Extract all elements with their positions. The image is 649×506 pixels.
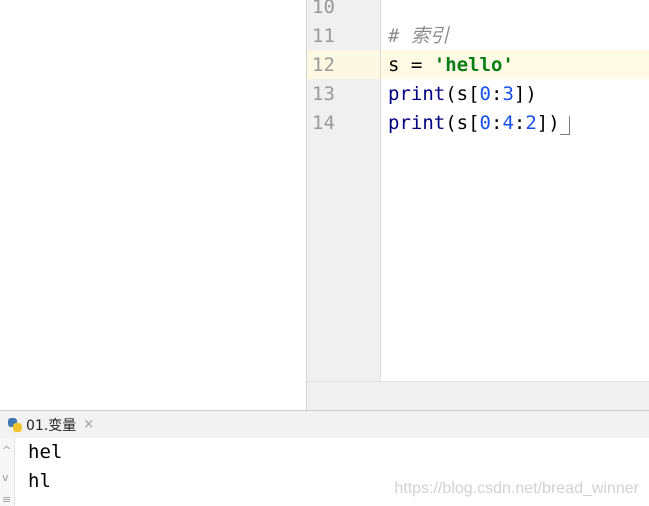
code-token: 2 [525,112,537,134]
line-number: 13 [312,83,335,105]
python-icon [8,417,22,432]
console-output-line: hl [28,470,51,492]
code-line-13[interactable]: print(s[0:3]) [388,80,537,109]
console-output-line: hel [28,441,63,463]
code-line-12[interactable]: s = 'hello' [388,51,514,80]
code-line-11[interactable]: # 索引 [388,22,449,51]
code-token: 4 [502,112,514,134]
code-token: 0 [479,112,491,134]
code-token: (s[ [445,112,480,134]
project-panel [0,0,307,410]
code-editor[interactable]: # 索引 s = 'hello' print(s[0:3]) print(s[0… [381,0,649,381]
line-number: 10 [312,0,335,18]
watermark: https://blog.csdn.net/bread_winner [394,480,639,497]
run-tab-label: 01.变量 [26,417,77,434]
code-token: 3 [502,83,514,105]
code-token: ]) [513,83,537,105]
scroll-up-icon[interactable]: ^ [2,444,11,457]
scroll-down-icon[interactable]: v [2,471,9,484]
code-token: 'hello' [433,54,514,76]
console-gutter: ^ v ≡ [0,438,15,506]
run-console[interactable]: ^ v ≡ hel hl https://blog.csdn.net/bread… [0,438,649,506]
run-tab[interactable]: 01.变量 × [0,411,100,438]
line-number-gutter: 10 11 12 13 14 [307,0,381,381]
code-token: # 索引 [388,25,449,47]
code-token: : [490,112,503,134]
close-icon[interactable]: × [83,417,94,432]
code-token: 0 [479,83,491,105]
code-token: print [388,112,446,134]
line-number: 11 [312,25,335,47]
line-number: 12 [312,54,335,76]
code-token: : [513,112,526,134]
code-token: s = [388,54,434,76]
code-token: ]) [536,112,560,134]
code-token: : [490,83,503,105]
line-number: 14 [312,112,335,134]
bracket-match-marker [560,116,570,135]
code-token: (s[ [445,83,480,105]
code-line-14[interactable]: print(s[0:4:2]) [388,109,560,138]
run-tool-window-header: 01.变量 × [0,410,649,439]
editor-horizontal-scrollbar-area[interactable] [307,381,649,411]
code-token: print [388,83,446,105]
wrap-icon[interactable]: ≡ [2,493,11,506]
